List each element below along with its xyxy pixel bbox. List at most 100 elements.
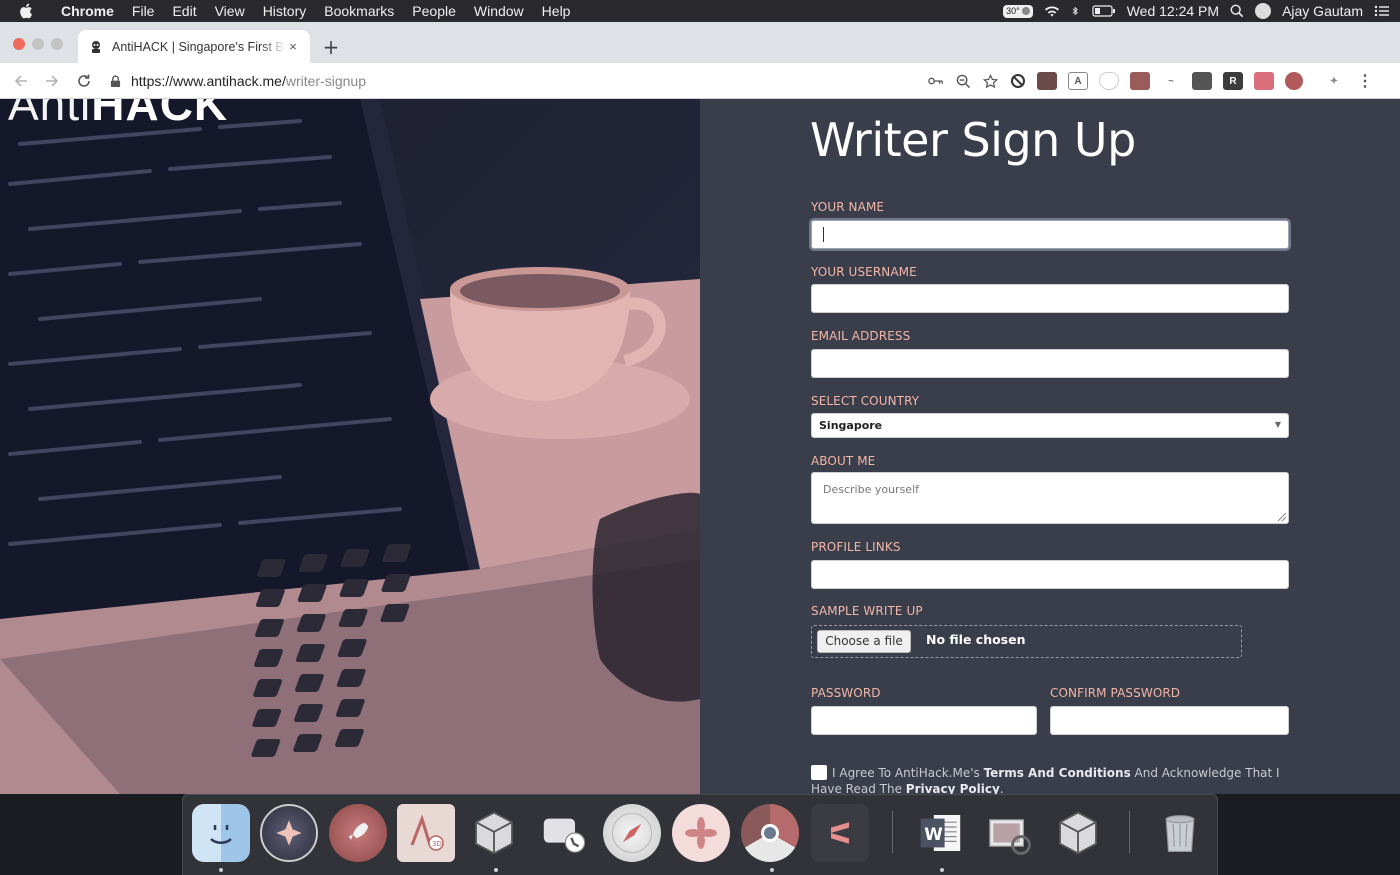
menu-help[interactable]: Help bbox=[533, 0, 580, 22]
resize-handle-icon[interactable] bbox=[1278, 513, 1286, 521]
menu-history[interactable]: History bbox=[254, 0, 316, 22]
spotlight-search-icon[interactable] bbox=[1230, 4, 1244, 18]
temperature-badge[interactable]: 30° bbox=[1003, 4, 1033, 18]
zoom-out-icon[interactable] bbox=[956, 74, 971, 89]
virtualbox-icon[interactable] bbox=[465, 804, 523, 862]
confirm-password-label: CONFIRM PASSWORD bbox=[1050, 686, 1181, 700]
page-title: Writer Sign Up bbox=[810, 113, 1136, 167]
about-textarea[interactable]: Describe yourself bbox=[811, 472, 1289, 524]
chrome-icon[interactable] bbox=[741, 804, 799, 862]
wifi-icon[interactable] bbox=[1044, 4, 1060, 18]
menu-bookmarks[interactable]: Bookmarks bbox=[315, 0, 403, 22]
svg-text:3D: 3D bbox=[432, 840, 442, 848]
macos-menu-bar: Chrome File Edit View History Bookmarks … bbox=[0, 0, 1400, 22]
tab-close-icon[interactable]: × bbox=[286, 39, 300, 54]
browser-tab-strip: AntiHACK | Singapore's First Bug Bounty … bbox=[0, 22, 1400, 63]
word-icon[interactable]: W bbox=[912, 804, 970, 862]
lock-icon[interactable] bbox=[110, 74, 121, 88]
sublime-icon[interactable] bbox=[811, 804, 869, 862]
address-bar[interactable]: https://www.antihack.me/writer-signup bbox=[108, 67, 998, 95]
signup-form-panel: Writer Sign Up YOUR NAME YOUR USERNAME E… bbox=[700, 99, 1400, 794]
pink-extension-icon[interactable] bbox=[1254, 72, 1274, 90]
username-label: YOUR USERNAME bbox=[811, 265, 917, 279]
bluetooth-icon[interactable] bbox=[1071, 4, 1081, 18]
macos-dock: 3D W bbox=[182, 794, 1218, 875]
web-page: AntiHACK Writer Sign Up YOUR NAME YOUR U… bbox=[0, 99, 1400, 794]
battery-icon[interactable] bbox=[1092, 4, 1116, 18]
preview-icon[interactable] bbox=[980, 804, 1038, 862]
profile-links-field[interactable] bbox=[811, 560, 1289, 589]
block-extension-icon[interactable] bbox=[1010, 73, 1026, 89]
dropdown-arrow-icon: ▼ bbox=[1274, 420, 1281, 429]
translate-extension-icon[interactable]: A bbox=[1068, 72, 1088, 90]
menu-window[interactable]: Window bbox=[465, 0, 533, 22]
animal-extension-icon[interactable] bbox=[1130, 72, 1150, 90]
forward-icon[interactable] bbox=[44, 73, 60, 89]
reload-icon[interactable] bbox=[76, 73, 92, 89]
terms-link[interactable]: Terms And Conditions bbox=[984, 766, 1131, 780]
privacy-policy-link[interactable]: Privacy Policy bbox=[906, 782, 1000, 794]
agree-prefix-text: I Agree To AntiHack.Me's bbox=[832, 766, 984, 780]
chrome-menu-icon[interactable]: ⋮ bbox=[1355, 72, 1375, 90]
country-select[interactable]: Singapore ▼ bbox=[811, 413, 1289, 438]
menu-people[interactable]: People bbox=[403, 0, 465, 22]
key-icon[interactable] bbox=[928, 75, 944, 87]
window-maximize-button[interactable] bbox=[51, 38, 63, 50]
name-field[interactable] bbox=[811, 220, 1289, 249]
dock-separator bbox=[892, 811, 893, 853]
siri-icon[interactable] bbox=[260, 804, 318, 862]
virtualbox-vm-icon[interactable] bbox=[1049, 804, 1107, 862]
user-avatar[interactable] bbox=[1255, 3, 1272, 19]
svg-text:W: W bbox=[924, 824, 943, 844]
active-tab[interactable]: AntiHACK | Singapore's First Bug Bounty … bbox=[78, 30, 310, 63]
extensions-area: A ~ R ✦ ⋮ bbox=[1010, 71, 1375, 91]
back-icon[interactable] bbox=[13, 73, 29, 89]
r-extension-icon[interactable]: R bbox=[1223, 72, 1243, 90]
laptop-coffee-illustration bbox=[0, 99, 700, 794]
password-label: PASSWORD bbox=[811, 686, 881, 700]
menu-view[interactable]: View bbox=[206, 0, 254, 22]
dock-area: 3D W bbox=[0, 794, 1400, 875]
finder-icon[interactable] bbox=[192, 804, 250, 862]
user-name[interactable]: Ajay Gautam bbox=[1282, 3, 1363, 19]
logo-hack-text: HACK bbox=[91, 99, 229, 130]
country-selected-value: Singapore bbox=[819, 419, 883, 432]
confirm-password-field[interactable] bbox=[1050, 706, 1289, 735]
clock-text[interactable]: Wed 12:24 PM bbox=[1127, 3, 1219, 19]
profile-links-label: PROFILE LINKS bbox=[811, 540, 901, 554]
choose-file-button[interactable]: Choose a file bbox=[817, 630, 911, 653]
url-path: writer-signup bbox=[285, 73, 366, 89]
sample-writeup-label: SAMPLE WRITE UP bbox=[811, 604, 923, 618]
notification-center-icon[interactable] bbox=[1374, 4, 1390, 18]
grid-extension-icon[interactable] bbox=[1192, 72, 1212, 90]
username-field[interactable] bbox=[811, 284, 1289, 313]
calendar-extension-icon[interactable] bbox=[1037, 72, 1057, 90]
email-label: EMAIL ADDRESS bbox=[811, 329, 911, 343]
window-close-button[interactable] bbox=[13, 38, 25, 50]
menu-edit[interactable]: Edit bbox=[163, 0, 205, 22]
hero-image: AntiHACK bbox=[0, 99, 700, 794]
photos-icon[interactable] bbox=[672, 804, 730, 862]
password-field[interactable] bbox=[811, 706, 1037, 735]
menu-app-name[interactable]: Chrome bbox=[52, 0, 123, 22]
wave-extension-icon[interactable]: ~ bbox=[1161, 72, 1181, 90]
window-minimize-button[interactable] bbox=[32, 38, 44, 50]
safari-icon[interactable] bbox=[603, 804, 661, 862]
file-upload-dropzone[interactable]: Choose a file No file chosen bbox=[811, 625, 1242, 658]
trash-icon[interactable] bbox=[1151, 804, 1209, 862]
apple-menu-icon[interactable] bbox=[0, 3, 52, 19]
terms-checkbox[interactable] bbox=[811, 765, 827, 780]
launchpad-icon[interactable] bbox=[329, 804, 387, 862]
facetime-icon[interactable] bbox=[534, 804, 592, 862]
about-placeholder: Describe yourself bbox=[823, 483, 920, 496]
shield-extension-icon[interactable] bbox=[1099, 72, 1119, 90]
menu-file[interactable]: File bbox=[123, 0, 164, 22]
new-tab-button[interactable]: + bbox=[320, 35, 342, 59]
antihack-logo[interactable]: AntiHACK bbox=[8, 99, 228, 131]
circle-extension-icon[interactable] bbox=[1285, 72, 1303, 90]
bookmark-star-icon[interactable] bbox=[983, 73, 998, 89]
email-field[interactable] bbox=[811, 349, 1289, 378]
bird-extension-icon[interactable]: ✦ bbox=[1324, 72, 1344, 90]
text-caret bbox=[823, 227, 824, 242]
maps-icon[interactable]: 3D bbox=[397, 804, 455, 862]
